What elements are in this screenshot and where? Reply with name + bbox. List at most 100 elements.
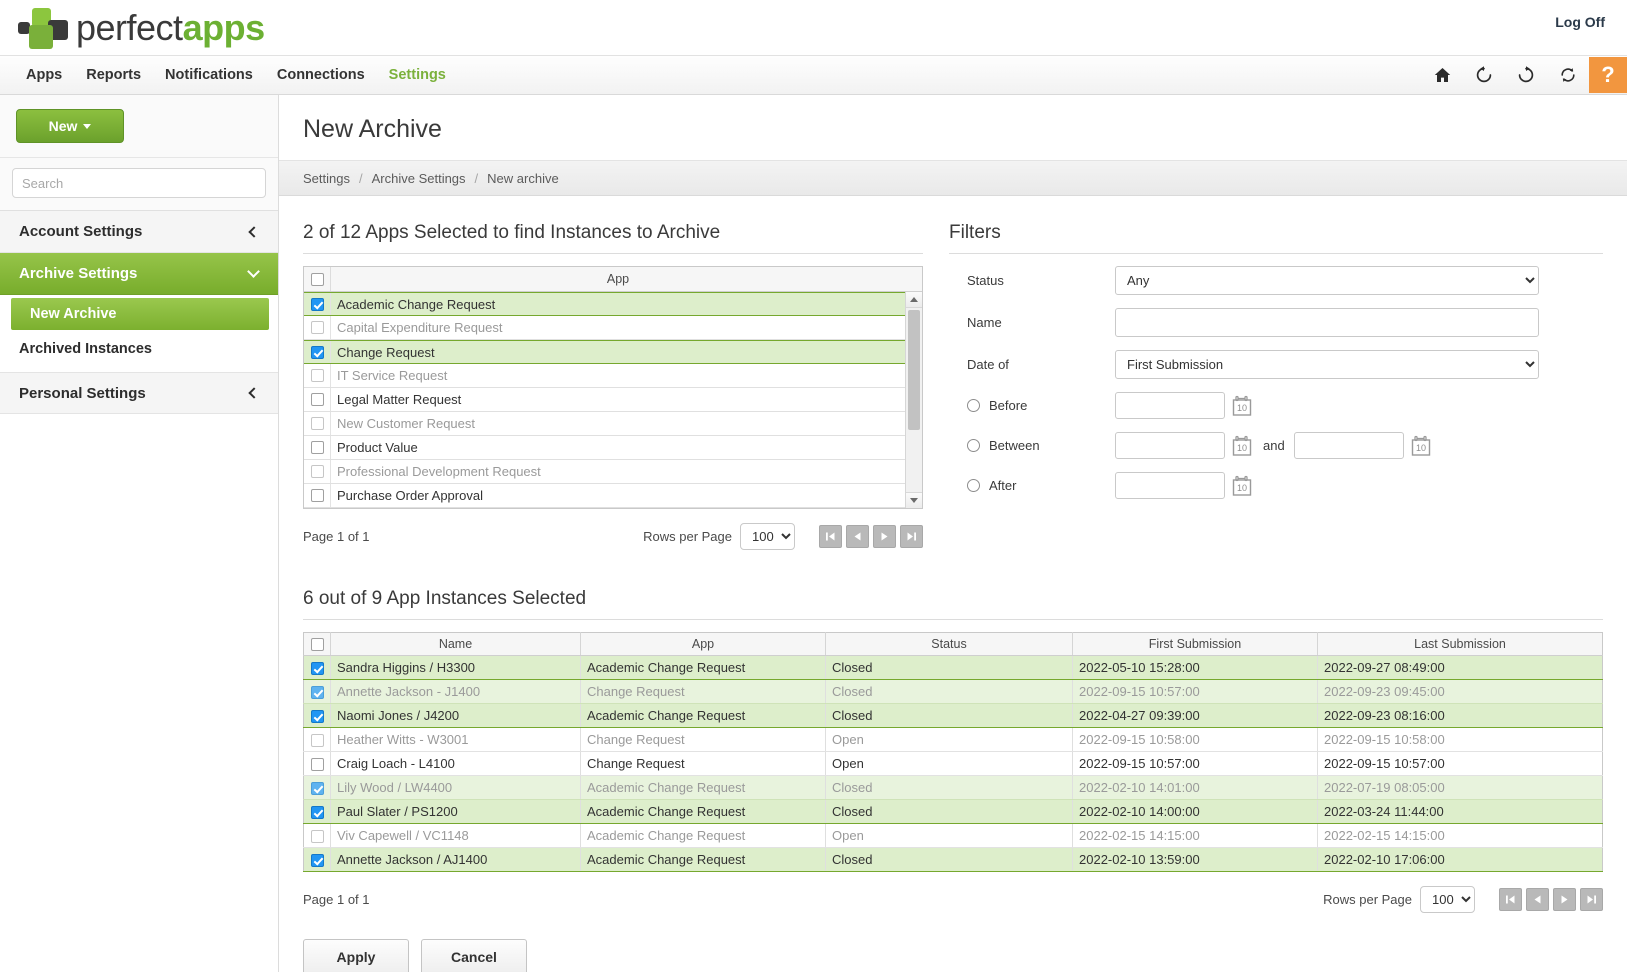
app-logo[interactable]: perfectapps [18, 7, 265, 49]
nav-item-apps[interactable]: Apps [14, 56, 74, 94]
radio-after-icon[interactable] [967, 479, 980, 492]
table-row[interactable]: Craig Loach - L4100 Change Request Open … [304, 752, 1603, 776]
calendar-icon[interactable]: 10 [1230, 394, 1254, 418]
status-select[interactable]: Any [1115, 266, 1539, 295]
row-checkbox[interactable] [311, 782, 324, 795]
nav-item-reports[interactable]: Reports [74, 56, 153, 94]
instances-next-page-button[interactable] [1553, 888, 1576, 911]
calendar-icon[interactable]: 10 [1230, 434, 1254, 458]
table-row[interactable]: Viv Capewell / VC1148 Academic Change Re… [304, 824, 1603, 848]
table-row[interactable]: Heather Witts - W3001 Change Request Ope… [304, 728, 1603, 752]
breadcrumb-item-settings[interactable]: Settings [303, 171, 350, 186]
instances-last-page-button[interactable] [1580, 888, 1603, 911]
row-checkbox[interactable] [311, 686, 324, 699]
table-row[interactable]: Purchase Order Approval [304, 484, 922, 508]
column-header-app[interactable]: App [581, 633, 826, 656]
instances-rows-per-page-select[interactable]: 100 [1420, 886, 1475, 913]
table-row[interactable]: New Customer Request [304, 412, 922, 436]
table-row[interactable]: Naomi Jones / J4200 Academic Change Requ… [304, 704, 1603, 728]
radio-before-icon[interactable] [967, 399, 980, 412]
cancel-button[interactable]: Cancel [421, 939, 527, 972]
table-row[interactable]: Annette Jackson / AJ1400 Academic Change… [304, 848, 1603, 872]
nav-item-settings[interactable]: Settings [377, 56, 458, 94]
column-header-first-submission[interactable]: First Submission [1073, 633, 1318, 656]
new-button[interactable]: New [16, 109, 124, 143]
between-to-input[interactable] [1294, 432, 1404, 459]
apps-first-page-button[interactable] [819, 525, 842, 548]
apps-table-body[interactable]: Academic Change Request Capital Expendit… [304, 292, 922, 508]
sidebar-group-archive-settings[interactable]: Archive Settings [0, 253, 278, 295]
radio-after[interactable]: After [949, 478, 1115, 493]
apply-button[interactable]: Apply [303, 939, 409, 972]
row-checkbox[interactable] [311, 465, 324, 478]
row-checkbox[interactable] [311, 417, 324, 430]
search-input[interactable] [12, 168, 266, 198]
instances-prev-page-button[interactable] [1526, 888, 1549, 911]
undo-icon[interactable] [1463, 56, 1505, 94]
apps-next-page-button[interactable] [873, 525, 896, 548]
redo-icon[interactable] [1505, 56, 1547, 94]
table-row[interactable]: Paul Slater / PS1200 Academic Change Req… [304, 800, 1603, 824]
apps-last-page-button[interactable] [900, 525, 923, 548]
row-checkbox[interactable] [311, 346, 324, 359]
nav-item-connections[interactable]: Connections [265, 56, 377, 94]
sidebar-item-new-archive[interactable]: New Archive [11, 298, 269, 330]
radio-between-icon[interactable] [967, 439, 980, 452]
scroll-up-icon[interactable] [906, 292, 922, 308]
row-checkbox[interactable] [311, 489, 324, 502]
home-icon[interactable] [1421, 56, 1463, 94]
row-checkbox[interactable] [311, 830, 324, 843]
column-header-name[interactable]: Name [331, 633, 581, 656]
date-of-select[interactable]: First Submission [1115, 350, 1539, 379]
help-button[interactable]: ? [1589, 57, 1627, 93]
sidebar-group-personal-settings[interactable]: Personal Settings [0, 372, 278, 414]
radio-between[interactable]: Between [949, 438, 1115, 453]
table-row[interactable]: IT Service Request [304, 364, 922, 388]
instances-select-all-checkbox[interactable] [311, 638, 324, 651]
table-row[interactable]: Change Request [304, 340, 922, 364]
calendar-icon[interactable]: 10 [1230, 474, 1254, 498]
sidebar-item-archived-instances[interactable]: Archived Instances [0, 330, 278, 368]
sidebar-item-label-new-archive: New Archive [30, 306, 117, 322]
log-off-link[interactable]: Log Off [1555, 14, 1605, 30]
row-checkbox[interactable] [311, 298, 324, 311]
calendar-icon[interactable]: 10 [1409, 434, 1433, 458]
table-row[interactable]: Professional Development Request [304, 460, 922, 484]
instances-first-page-button[interactable] [1499, 888, 1522, 911]
column-header-status[interactable]: Status [826, 633, 1073, 656]
table-row[interactable]: Sandra Higgins / H3300 Academic Change R… [304, 656, 1603, 680]
sidebar-archive-children: New Archive Archived Instances [0, 295, 278, 372]
table-row[interactable]: Academic Change Request [304, 292, 922, 316]
row-checkbox[interactable] [311, 321, 324, 334]
apps-vertical-scrollbar[interactable] [905, 292, 922, 508]
sidebar-group-account-settings[interactable]: Account Settings [0, 211, 278, 253]
table-row[interactable]: Annette Jackson - J1400 Change Request C… [304, 680, 1603, 704]
nav-item-notifications[interactable]: Notifications [153, 56, 265, 94]
row-checkbox[interactable] [311, 441, 324, 454]
after-date-input[interactable] [1115, 472, 1225, 499]
row-checkbox[interactable] [311, 854, 324, 867]
before-date-input[interactable] [1115, 392, 1225, 419]
table-row[interactable]: Legal Matter Request [304, 388, 922, 412]
table-row[interactable]: Lily Wood / LW4400 Academic Change Reque… [304, 776, 1603, 800]
row-checkbox[interactable] [311, 734, 324, 747]
row-checkbox[interactable] [311, 393, 324, 406]
breadcrumb-item-archive-settings[interactable]: Archive Settings [372, 171, 466, 186]
row-checkbox[interactable] [311, 806, 324, 819]
column-header-last-submission[interactable]: Last Submission [1318, 633, 1603, 656]
apps-select-all-checkbox[interactable] [311, 273, 324, 286]
sync-icon[interactable] [1547, 56, 1589, 94]
row-checkbox[interactable] [311, 662, 324, 675]
radio-before[interactable]: Before [949, 398, 1115, 413]
row-checkbox[interactable] [311, 710, 324, 723]
row-checkbox[interactable] [311, 758, 324, 771]
scrollbar-thumb[interactable] [908, 310, 920, 430]
apps-rows-per-page-select[interactable]: 100 [740, 523, 795, 550]
scroll-down-icon[interactable] [906, 492, 922, 508]
apps-prev-page-button[interactable] [846, 525, 869, 548]
name-input[interactable] [1115, 308, 1539, 337]
between-from-input[interactable] [1115, 432, 1225, 459]
table-row[interactable]: Product Value [304, 436, 922, 460]
row-checkbox[interactable] [311, 369, 324, 382]
table-row[interactable]: Capital Expenditure Request [304, 316, 922, 340]
